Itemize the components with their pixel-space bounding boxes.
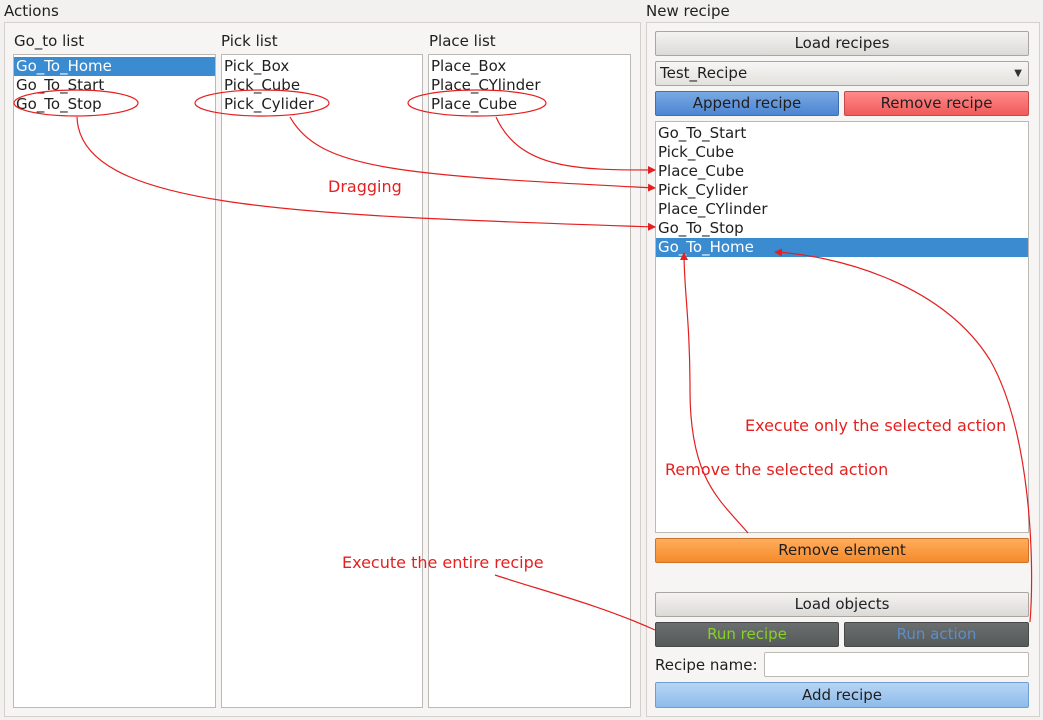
list-item[interactable]: Pick_Cylider: [222, 95, 422, 114]
place-list-title: Place list: [429, 32, 496, 50]
new-recipe-title: New recipe: [646, 2, 730, 20]
actions-title: Actions: [4, 2, 59, 20]
list-item[interactable]: Pick_Box: [222, 57, 422, 76]
list-item[interactable]: Place_CYlinder: [656, 200, 1028, 219]
list-item[interactable]: Place_Cube: [656, 162, 1028, 181]
add-recipe-button[interactable]: Add recipe: [655, 682, 1029, 708]
annotation-remove-selected: Remove the selected action: [665, 460, 889, 479]
list-item[interactable]: Place_CYlinder: [429, 76, 630, 95]
goto-list[interactable]: Go_To_Home Go_To_Start Go_To_Stop: [13, 54, 216, 708]
recipe-select[interactable]: Test_Recipe ▼: [655, 61, 1029, 86]
annotation-dragging: Dragging: [328, 177, 402, 196]
list-item[interactable]: Pick_Cylider: [656, 181, 1028, 200]
list-item[interactable]: Place_Box: [429, 57, 630, 76]
append-recipe-button[interactable]: Append recipe: [655, 91, 839, 116]
load-recipes-button[interactable]: Load recipes: [655, 31, 1029, 56]
run-action-button[interactable]: Run action: [844, 622, 1029, 647]
list-item[interactable]: Pick_Cube: [222, 76, 422, 95]
annotation-execute-entire: Execute the entire recipe: [342, 553, 544, 572]
chevron-down-icon: ▼: [1014, 68, 1022, 79]
recipe-select-value: Test_Recipe: [660, 64, 748, 82]
remove-recipe-button[interactable]: Remove recipe: [844, 91, 1029, 116]
list-item[interactable]: Pick_Cube: [656, 143, 1028, 162]
list-item[interactable]: Go_To_Start: [14, 76, 215, 95]
list-item[interactable]: Go_To_Home: [656, 238, 1028, 257]
load-objects-button[interactable]: Load objects: [655, 592, 1029, 617]
list-item[interactable]: Go_To_Start: [656, 124, 1028, 143]
place-list[interactable]: Place_Box Place_CYlinder Place_Cube: [428, 54, 631, 708]
list-item[interactable]: Go_To_Stop: [656, 219, 1028, 238]
list-item[interactable]: Go_To_Stop: [14, 95, 215, 114]
pick-list-title: Pick list: [221, 32, 278, 50]
run-recipe-button[interactable]: Run recipe: [655, 622, 839, 647]
recipe-name-input[interactable]: [764, 652, 1029, 677]
recipe-name-label: Recipe name:: [655, 656, 758, 674]
remove-element-button[interactable]: Remove element: [655, 538, 1029, 563]
annotation-execute-selected: Execute only the selected action: [745, 416, 1007, 435]
goto-list-title: Go_to list: [14, 32, 85, 50]
pick-list[interactable]: Pick_Box Pick_Cube Pick_Cylider: [221, 54, 423, 708]
list-item[interactable]: Place_Cube: [429, 95, 630, 114]
list-item[interactable]: Go_To_Home: [14, 57, 215, 76]
